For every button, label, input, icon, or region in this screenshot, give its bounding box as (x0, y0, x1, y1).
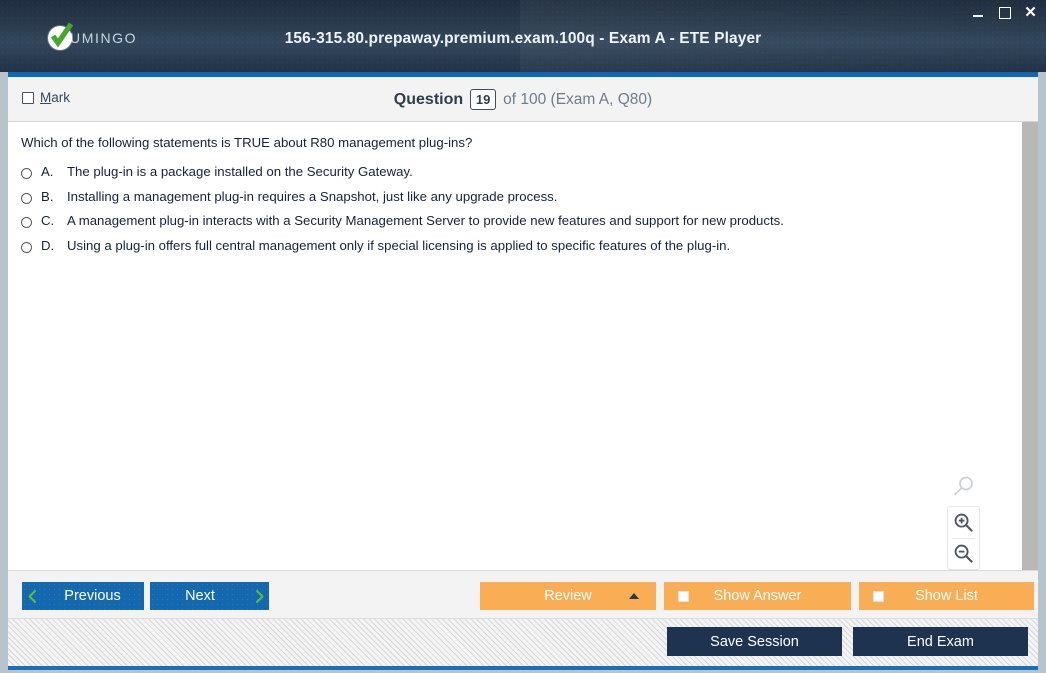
next-button[interactable]: Next (150, 582, 269, 610)
radio-c[interactable] (21, 217, 32, 228)
close-icon[interactable]: ✕ (1023, 4, 1038, 20)
question-header: Mark Question of 100 (Exam A, Q80) (8, 77, 1038, 122)
answer-letter-d: D. (41, 237, 55, 253)
radio-b[interactable] (21, 192, 32, 204)
zoom-in-icon[interactable] (947, 507, 980, 538)
answer-text-b: Installing a management plug-in requires… (67, 188, 558, 204)
content-scrollbar[interactable] (1022, 122, 1038, 570)
next-button-label: Next (185, 588, 215, 604)
question-text: Which of the following statements is TRU… (21, 135, 473, 150)
previous-button-label: Previous (64, 588, 121, 604)
question-content-pane: Which of the following statements is TRU… (8, 122, 1022, 570)
window-edge-right (1038, 72, 1046, 673)
question-word: Question (393, 90, 464, 108)
answer-text-d: Using a plug-in offers full central mana… (67, 237, 731, 253)
radio-a[interactable] (21, 168, 32, 179)
review-button[interactable]: Review (480, 582, 656, 610)
save-session-button[interactable]: Save Session (667, 627, 842, 656)
answer-option-a[interactable]: A. The plug-in is a package installed on… (21, 164, 1012, 189)
minimize-icon[interactable] (971, 4, 986, 20)
answer-option-d[interactable]: D. Using a plug-in offers full central m… (21, 238, 1012, 263)
answer-letter-a: A. (41, 164, 54, 179)
window-controls: ✕ (971, 4, 1038, 20)
zoom-out-icon[interactable] (947, 539, 980, 570)
window-title: 156-315.80.prepaway.premium.exam.100q - … (284, 30, 762, 47)
session-footer: Save Session End Exam (8, 618, 1038, 666)
question-total-label: of 100 (Exam A, Q80) (503, 90, 653, 108)
answer-options-list: A. The plug-in is a package installed on… (21, 164, 1012, 262)
answer-text-c: A management plug-in interacts with a Se… (67, 213, 784, 228)
zoom-controls-panel (947, 506, 980, 570)
show-answer-checkbox[interactable] (678, 591, 689, 602)
radio-d[interactable] (21, 241, 32, 253)
maximize-icon[interactable] (997, 4, 1012, 20)
magnifier-icon[interactable] (952, 475, 976, 504)
show-list-button[interactable]: Show List (859, 582, 1034, 610)
title-bar: UMINGO 156-315.80.prepaway.premium.exam.… (0, 0, 1046, 72)
answer-text-a: The plug-in is a package installed on th… (67, 164, 413, 179)
chevron-right-icon (250, 589, 269, 604)
chevron-up-icon (629, 593, 639, 599)
navigation-toolbar: Previous Next Review Show Answer Show Li… (8, 570, 1038, 618)
window-edge-left (0, 72, 8, 673)
show-answer-button[interactable]: Show Answer (664, 582, 851, 610)
question-counter: Question of 100 (Exam A, Q80) (8, 89, 1038, 110)
answer-letter-b: B. (41, 188, 54, 204)
end-exam-button[interactable]: End Exam (853, 627, 1028, 656)
chevron-left-icon (22, 589, 41, 604)
ete-player-window: UMINGO 156-315.80.prepaway.premium.exam.… (0, 0, 1046, 673)
question-number-input[interactable] (470, 89, 497, 110)
answer-letter-c: C. (41, 213, 55, 228)
show-list-button-label: Show List (915, 588, 978, 604)
show-list-checkbox[interactable] (873, 591, 884, 602)
show-answer-button-label: Show Answer (713, 588, 802, 604)
previous-button[interactable]: Previous (22, 582, 144, 610)
answer-option-b[interactable]: B. Installing a management plug-in requi… (21, 189, 1012, 214)
answer-option-c[interactable]: C. A management plug-in interacts with a… (21, 213, 1012, 238)
